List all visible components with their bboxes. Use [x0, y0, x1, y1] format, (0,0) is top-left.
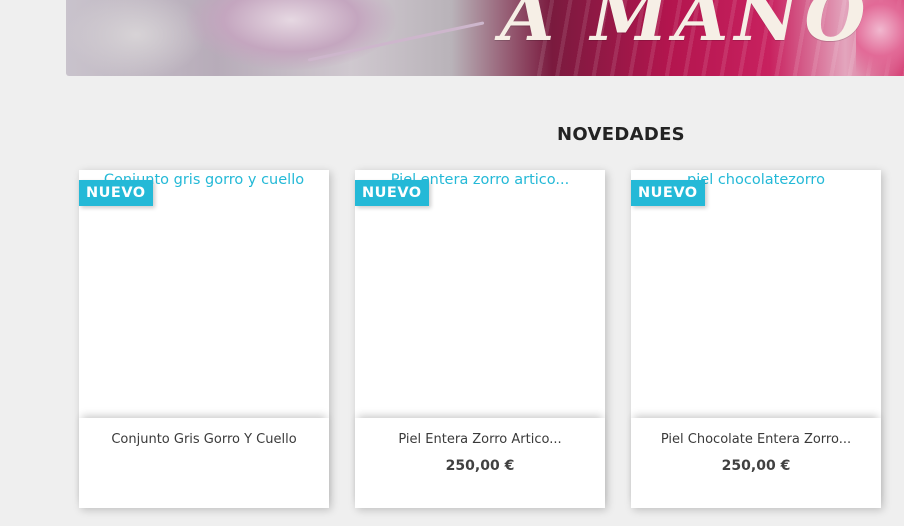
section-title: NOVEDADES [557, 124, 685, 145]
product-image-link[interactable]: Piel entera zorro artico... [355, 170, 605, 418]
product-image-link[interactable]: Conjunto gris gorro y cuello [79, 170, 329, 418]
product-name-link[interactable]: Conjunto Gris Gorro Y Cuello [89, 432, 319, 447]
product-card[interactable]: Conjunto gris gorro y cuello NUEVO Conju… [79, 170, 329, 508]
banner-text: A MANO [500, 0, 872, 57]
product-card[interactable]: Piel entera zorro artico... NUEVO Piel E… [355, 170, 605, 508]
new-badge: NUEVO [631, 180, 705, 206]
product-price: 250,00 € [445, 458, 515, 474]
product-info: Piel Chocolate Entera Zorro... 250,00 € [631, 418, 881, 508]
product-name-link[interactable]: Piel Chocolate Entera Zorro... [641, 432, 871, 447]
product-card[interactable]: piel chocolatezorro NUEVO Piel Chocolate… [631, 170, 881, 508]
banner-knit-texture [66, 0, 206, 76]
product-name-link[interactable]: Piel Entera Zorro Artico... [365, 432, 595, 447]
new-badge: NUEVO [355, 180, 429, 206]
new-badge: NUEVO [79, 180, 153, 206]
product-info: Piel Entera Zorro Artico... 250,00 € [355, 418, 605, 508]
product-info: Conjunto Gris Gorro Y Cuello [79, 418, 329, 508]
hero-banner[interactable]: A MANO [66, 0, 904, 76]
banner-knit-pompom [186, 0, 396, 70]
product-price: 250,00 € [721, 458, 791, 474]
product-image-link[interactable]: piel chocolatezorro [631, 170, 881, 418]
